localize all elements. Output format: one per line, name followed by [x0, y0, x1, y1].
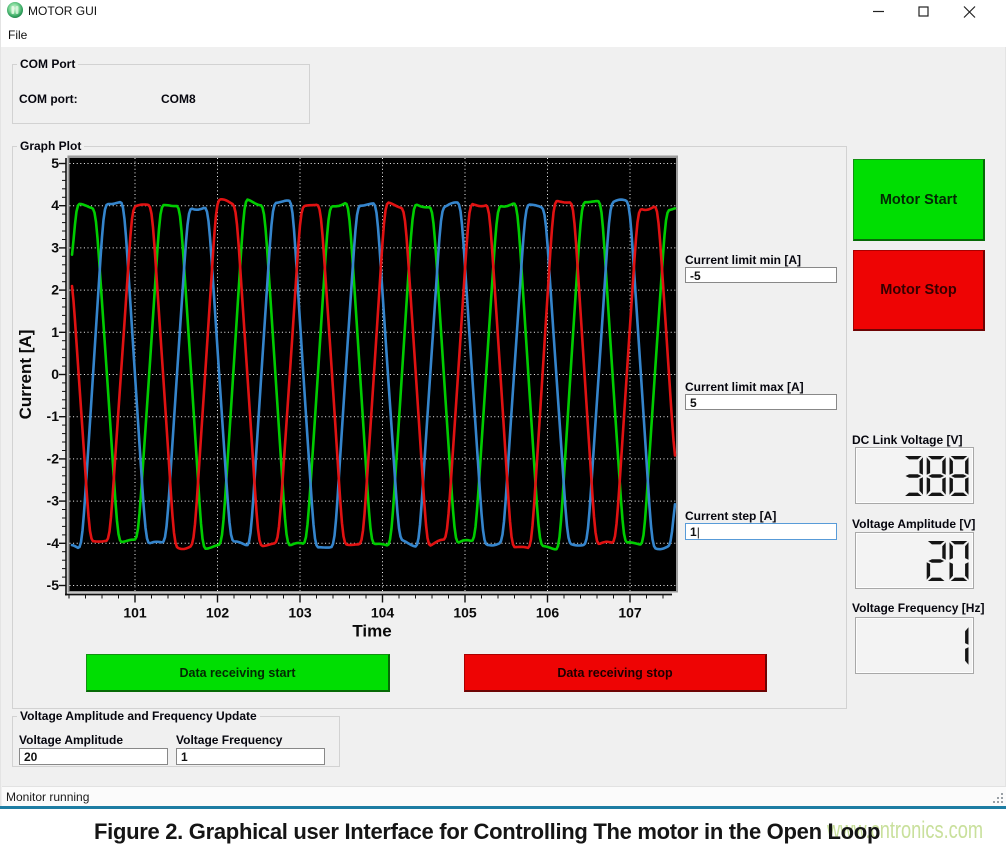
- svg-text:104: 104: [371, 605, 395, 621]
- svg-text:Time: Time: [352, 622, 391, 641]
- svg-text:Current [A]: Current [A]: [16, 330, 35, 420]
- svg-text:106: 106: [536, 605, 560, 621]
- svg-text:105: 105: [453, 605, 477, 621]
- svg-text:2: 2: [51, 282, 59, 298]
- svg-text:102: 102: [206, 605, 230, 621]
- svg-text:103: 103: [288, 605, 312, 621]
- svg-text:-2: -2: [47, 450, 60, 466]
- svg-text:107: 107: [618, 605, 642, 621]
- svg-text:4: 4: [51, 197, 59, 213]
- svg-text:-1: -1: [47, 408, 60, 424]
- svg-text:1: 1: [51, 324, 59, 340]
- svg-text:3: 3: [51, 239, 59, 255]
- svg-text:0: 0: [51, 366, 59, 382]
- svg-text:-3: -3: [47, 493, 60, 509]
- svg-text:-5: -5: [47, 577, 60, 593]
- svg-text:-4: -4: [47, 535, 60, 551]
- svg-text:101: 101: [123, 605, 147, 621]
- svg-text:5: 5: [51, 155, 59, 171]
